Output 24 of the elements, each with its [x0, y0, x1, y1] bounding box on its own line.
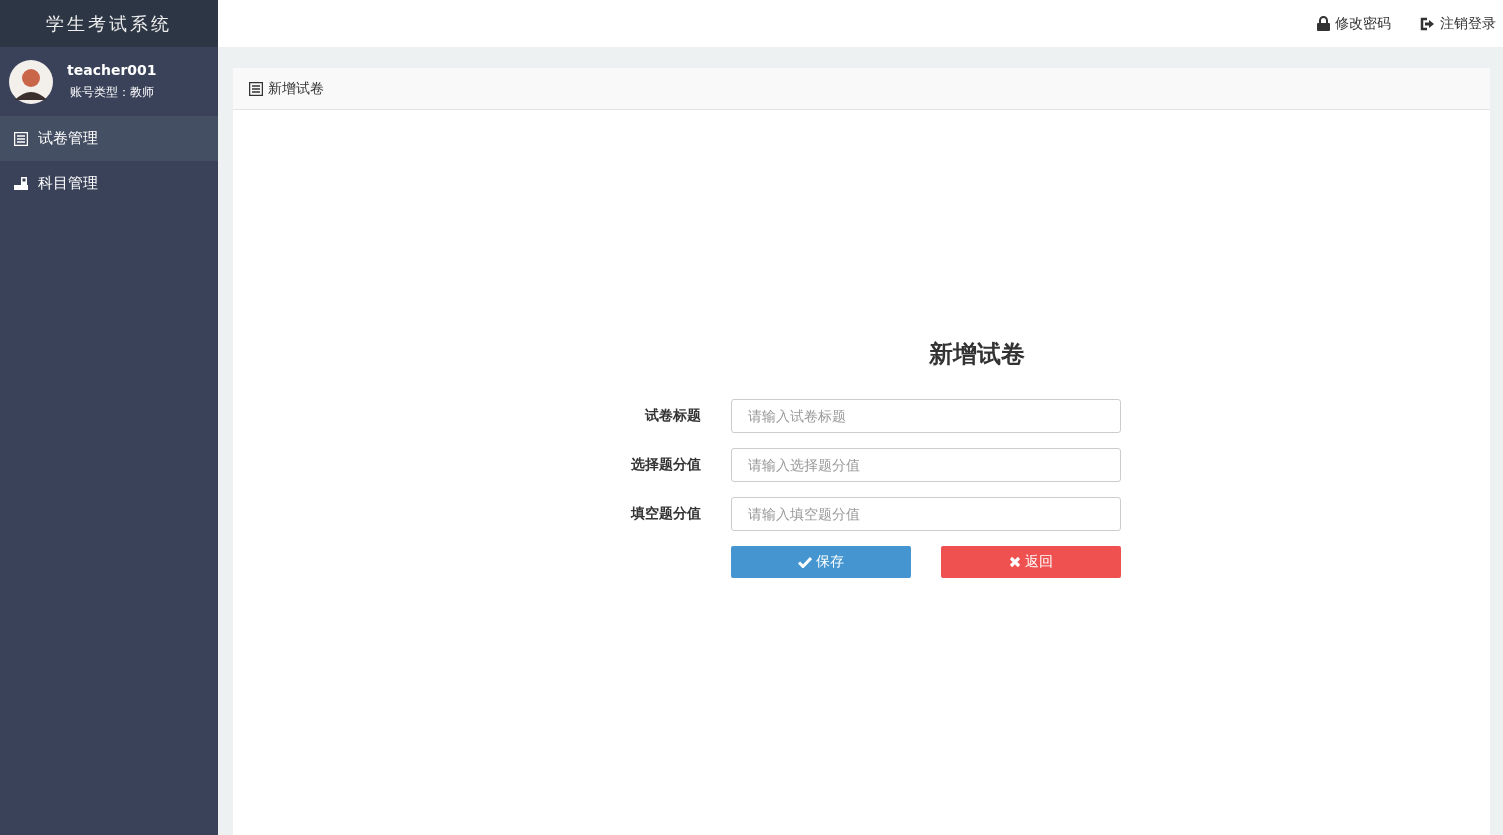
logout-icon: [1419, 16, 1435, 31]
user-name: teacher001: [67, 62, 157, 78]
field-label: 试卷标题: [643, 407, 701, 425]
top-link[interactable]: 注销登录: [1419, 14, 1496, 33]
field-label: 填空题分值: [629, 505, 701, 523]
top-link[interactable]: 修改密码: [1317, 14, 1391, 33]
close-icon: [1008, 556, 1021, 568]
lock-icon: [1317, 16, 1330, 31]
sidebar-item[interactable]: 科目管理: [0, 161, 218, 206]
input-field[interactable]: 请输入填空题分值: [730, 497, 1121, 531]
panel-title: 新增试卷: [268, 79, 324, 98]
list-icon: [14, 131, 28, 146]
input-field[interactable]: 请输入选择题分值: [730, 448, 1121, 482]
list-icon: [249, 81, 263, 96]
avatar: [9, 59, 53, 104]
back-button[interactable]: 返回: [940, 546, 1121, 578]
desk-icon: [14, 176, 28, 191]
form-heading: 新增试卷: [927, 339, 1026, 370]
sidebar-item[interactable]: 试卷管理: [0, 116, 218, 161]
account-type: 账号类型：教师: [69, 84, 154, 101]
field-label: 选择题分值: [629, 456, 701, 474]
input-field[interactable]: 请输入试卷标题: [730, 399, 1121, 433]
app-title: 学生考试系统: [0, 0, 218, 47]
check-icon: [797, 556, 812, 568]
